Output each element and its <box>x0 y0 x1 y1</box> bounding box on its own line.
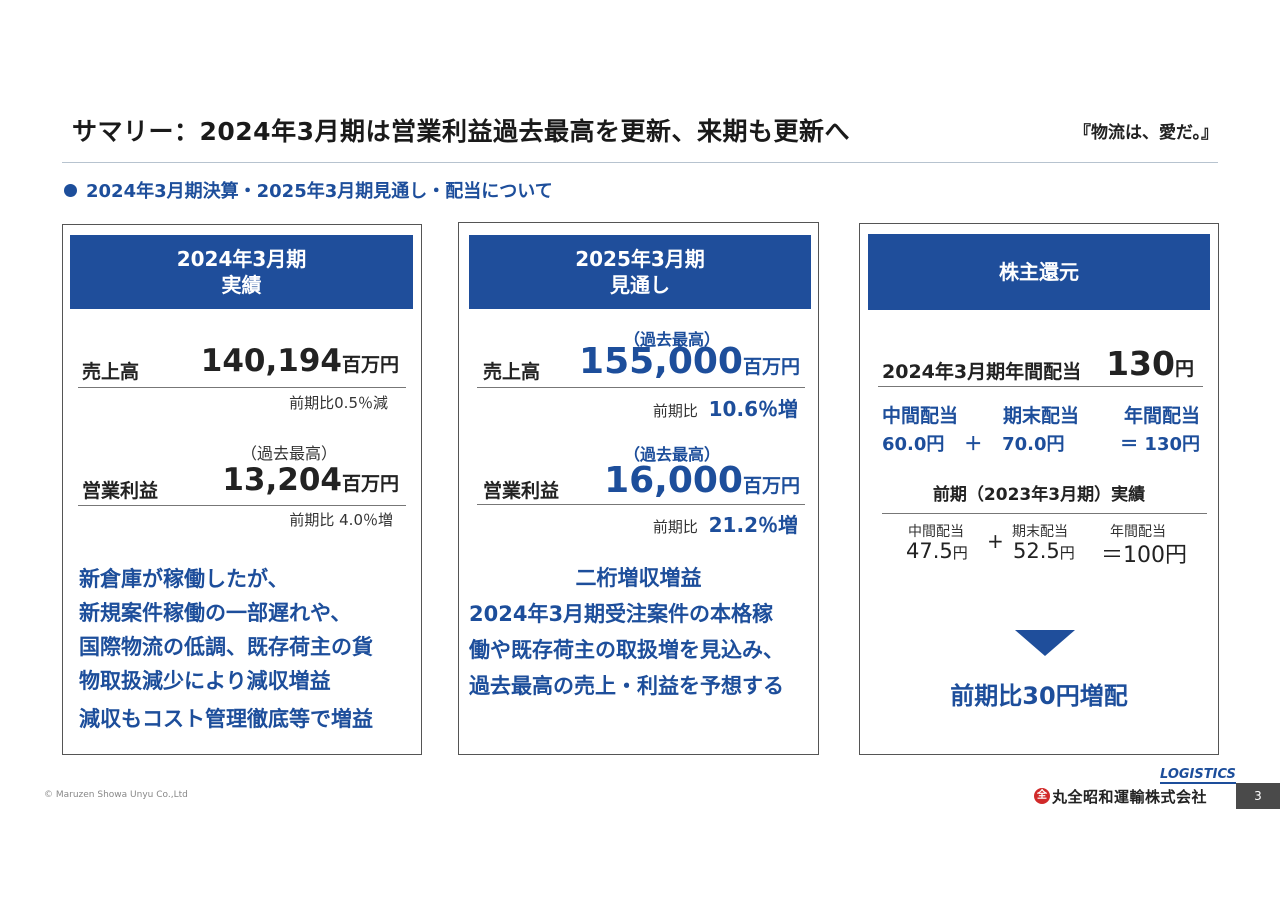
total-dividend-label: 年間配当 <box>1123 405 1200 427</box>
sales-yoy: 前期比0.5％減 <box>289 394 388 412</box>
sales-label: 売上高 <box>483 361 541 383</box>
comment-line: 物取扱減少により減収増益 <box>79 669 331 693</box>
yearend-dividend-label: 期末配当 <box>1002 405 1079 427</box>
sales-value-group: 155,000百万円 <box>579 341 800 382</box>
op-profit-value-group: 16,000百万円 <box>604 460 800 501</box>
prev-plus-sign: + <box>987 529 1004 553</box>
panel-header: 2024年3月期 実績 <box>70 235 413 309</box>
company-name: 丸全昭和運輸株式会社 <box>1052 788 1208 806</box>
prev-yearend-label: 期末配当 <box>1012 524 1068 540</box>
divider <box>477 387 805 388</box>
op-profit-label: 営業利益 <box>483 480 560 502</box>
panel-fy2024-results: 2024年3月期 実績 売上高 140,194百万円 前期比0.5％減 （過去最… <box>62 224 422 755</box>
panel-header: 2025年3月期 見通し <box>469 235 811 309</box>
plus-sign: ＋ <box>964 434 983 455</box>
annual-dividend-unit: 円 <box>1174 358 1194 380</box>
tagline: 『物流は、愛だ。』 <box>1074 123 1218 143</box>
prev-yearend-value: 52.5円 <box>1013 539 1075 563</box>
comment-line: 働や既存荷主の取扱増を見込み、 <box>469 638 784 662</box>
previous-year-label: 前期（2023年3月期）実績 <box>932 485 1146 505</box>
prev-total-value: ＝100円 <box>1101 543 1187 568</box>
op-profit-yoy: 前期比 4.0％増 <box>289 511 393 529</box>
divider <box>882 513 1207 514</box>
op-profit-yoy-value: 21.2％増 <box>708 513 798 537</box>
op-profit-label: 営業利益 <box>82 480 159 502</box>
op-profit-value: 13,204 <box>222 462 342 498</box>
panel-fy2025-forecast: 2025年3月期 見通し （過去最高） 売上高 155,000百万円 前期比 1… <box>458 222 819 755</box>
panel-header-line2: 実績 <box>221 273 262 297</box>
panel-header-text: 株主還元 <box>999 260 1079 284</box>
forecast-headline: 二桁増収増益 <box>575 566 702 590</box>
interim-dividend-value: 60.0円 <box>882 434 945 455</box>
sales-unit: 百万円 <box>742 356 800 378</box>
op-profit-value: 16,000 <box>604 460 743 501</box>
panel-shareholder-returns: 株主還元 2024年3月期年間配当 130円 中間配当 期末配当 年間配当 60… <box>859 223 1219 755</box>
sales-label: 売上高 <box>82 361 140 383</box>
divider <box>477 504 805 505</box>
panel-header: 株主還元 <box>868 234 1210 310</box>
title-divider <box>62 162 1218 163</box>
annual-dividend-value-group: 130円 <box>1106 344 1194 383</box>
prev-yearend-unit: 円 <box>1059 544 1075 562</box>
sales-value: 155,000 <box>579 341 743 382</box>
bullet-icon <box>64 184 77 197</box>
op-profit-unit: 百万円 <box>742 475 800 497</box>
down-arrow-icon <box>1015 630 1075 656</box>
op-profit-unit: 百万円 <box>341 473 399 495</box>
sales-value: 140,194 <box>200 343 342 379</box>
section-subheading: 2024年3月期決算・2025年3月期見通し・配当について <box>86 181 553 202</box>
dividend-breakdown: 中間配当 期末配当 年間配当 60.0円 ＋ 70.0円 ＝ 130円 <box>882 401 1200 456</box>
op-profit-value-group: 13,204百万円 <box>222 462 399 498</box>
panel-header-line1: 2024年3月期 <box>176 247 307 271</box>
comment-line: 新倉庫が稼働したが、 <box>79 567 289 591</box>
copyright: © Maruzen Showa Unyu Co.,Ltd <box>44 790 188 800</box>
comment-line: 2024年3月期受注案件の本格稼 <box>469 602 774 626</box>
page-title: サマリー：2024年3月期は営業利益過去最高を更新、来期も更新へ <box>72 117 850 146</box>
sales-yoy-label: 前期比 <box>652 402 698 420</box>
annual-dividend-value: 130 <box>1106 344 1175 383</box>
page-number: 3 <box>1236 783 1280 809</box>
comment-block: 新倉庫が稼働したが、 新規案件稼働の一部遅れや、 国際物流の低調、既存荷主の貨 … <box>79 562 373 736</box>
sales-unit: 百万円 <box>341 354 399 376</box>
dividend-increase-conclusion: 前期比30円増配 <box>950 682 1128 710</box>
panel-header-line1: 2025年3月期 <box>575 247 705 271</box>
divider <box>78 387 406 388</box>
yearend-dividend-value: 70.0円 <box>1002 434 1065 455</box>
comment-block: 2024年3月期受注案件の本格稼 働や既存荷主の取扱増を見込み、 過去最高の売上… <box>469 596 784 704</box>
prev-interim-number: 47.5 <box>906 539 953 563</box>
record-note: （過去最高） <box>241 444 338 463</box>
comment-line: 新規案件稼働の一部遅れや、 <box>79 601 352 625</box>
comment-line: 過去最高の売上・利益を予想する <box>469 674 784 698</box>
comment-line: 国際物流の低調、既存荷主の貨 <box>79 635 373 659</box>
company-logo-icon: 全 <box>1034 788 1050 804</box>
sales-yoy-value: 10.6％増 <box>708 397 798 421</box>
op-profit-yoy: 前期比 21.2％増 <box>653 509 798 538</box>
comment-line: 減収もコスト管理徹底等で増益 <box>79 707 373 731</box>
interim-dividend-label: 中間配当 <box>882 405 959 427</box>
annual-dividend-label: 2024年3月期年間配当 <box>882 361 1082 383</box>
prev-interim-unit: 円 <box>952 544 968 562</box>
divider <box>878 386 1203 387</box>
sales-value-group: 140,194百万円 <box>201 343 399 379</box>
prev-yearend-number: 52.5 <box>1013 539 1060 563</box>
divider <box>78 505 406 506</box>
panel-header-line2: 見通し <box>610 273 670 297</box>
prev-interim-value: 47.5円 <box>906 539 968 563</box>
sales-yoy: 前期比 10.6％増 <box>653 393 798 422</box>
logistics-logo: LOGISTICS <box>1160 767 1236 784</box>
prev-interim-label: 中間配当 <box>908 524 964 540</box>
total-dividend-value: ＝ 130円 <box>1120 434 1200 455</box>
op-profit-yoy-label: 前期比 <box>652 518 698 536</box>
